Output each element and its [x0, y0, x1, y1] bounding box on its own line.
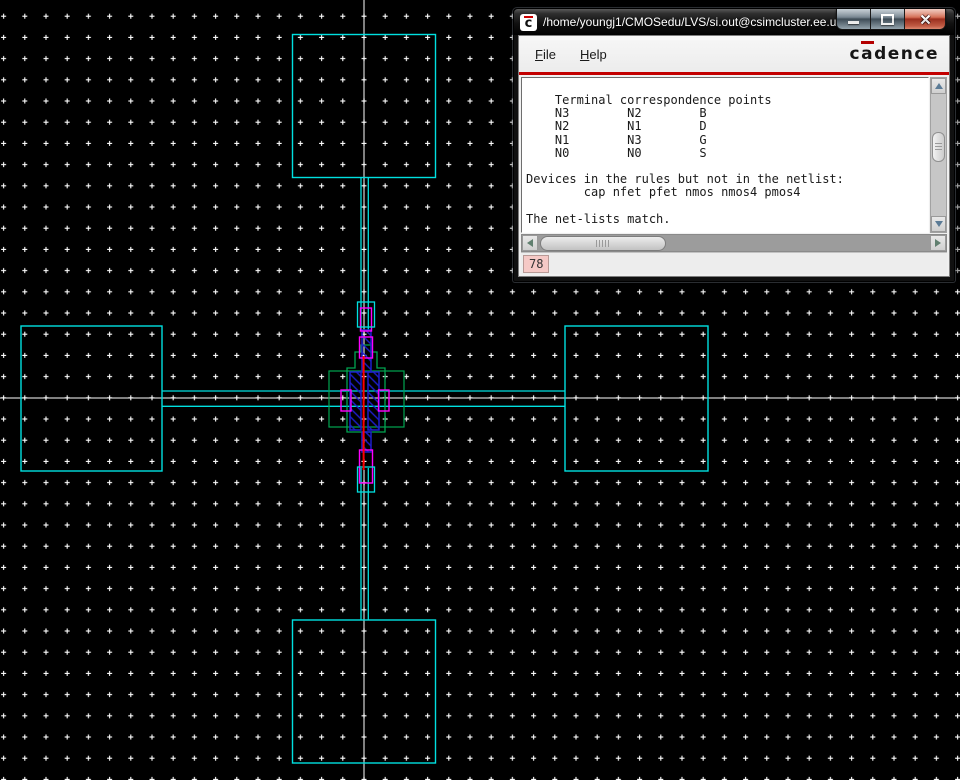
close-icon [919, 13, 931, 25]
window-icon-letter: c [524, 15, 533, 31]
vertical-scrollbar[interactable] [930, 77, 947, 233]
terminal-line: N1 N3 G [526, 132, 707, 147]
window-controls [836, 9, 946, 30]
window-body: File Help cadence Terminal correspondenc… [518, 35, 950, 277]
terminal-line: N2 N1 D [526, 119, 707, 134]
scroll-left-button[interactable] [522, 235, 538, 251]
arrow-down-icon [934, 221, 943, 227]
menu-file[interactable]: File [533, 45, 558, 64]
status-value-badge: 78 [523, 254, 550, 273]
scroll-down-button[interactable] [931, 216, 946, 232]
scroll-up-button[interactable] [931, 78, 946, 94]
window-content: Terminal correspondence points N3 N2 B N… [519, 75, 949, 276]
maximize-icon [881, 13, 894, 25]
application-root: c /home/youngj1/CMOSedu/LVS/si.out@csimc… [0, 0, 960, 780]
terminal-output-area[interactable]: Terminal correspondence points N3 N2 B N… [521, 77, 929, 233]
scroll-right-button[interactable] [930, 235, 946, 251]
minimize-icon [848, 20, 859, 24]
arrow-right-icon [935, 239, 941, 247]
vertical-scroll-track[interactable] [931, 162, 946, 216]
terminal-line: cap nfet pfet nmos nmos4 pmos4 [526, 185, 801, 200]
contact-right[interactable] [367, 371, 380, 431]
minimize-button[interactable] [837, 9, 871, 29]
close-button[interactable] [905, 9, 945, 29]
thumb-grip-icon [935, 143, 942, 151]
lvs-output-window: c /home/youngj1/CMOSedu/LVS/si.out@csimc… [513, 8, 955, 282]
arrow-up-icon [934, 83, 943, 89]
maximize-button[interactable] [871, 9, 905, 29]
terminal-line: The net-lists match. [526, 211, 671, 226]
arrow-left-icon [527, 239, 533, 247]
horizontal-scrollbar[interactable] [521, 234, 947, 252]
thumb-grip-icon [596, 240, 610, 247]
vertical-scroll-thumb[interactable] [932, 132, 945, 162]
window-titlebar[interactable]: c /home/youngj1/CMOSedu/LVS/si.out@csimc… [514, 9, 954, 35]
horizontal-scroll-track[interactable] [538, 236, 930, 251]
cadence-window-icon[interactable]: c [520, 13, 537, 31]
menu-bar: File Help cadence [519, 36, 949, 72]
cadence-logo: cadence [850, 41, 939, 64]
horizontal-scroll-thumb[interactable] [540, 236, 666, 251]
terminal-line: N0 N0 S [526, 145, 707, 160]
menu-help[interactable]: Help [578, 45, 609, 64]
status-bar: 78 [521, 252, 947, 274]
